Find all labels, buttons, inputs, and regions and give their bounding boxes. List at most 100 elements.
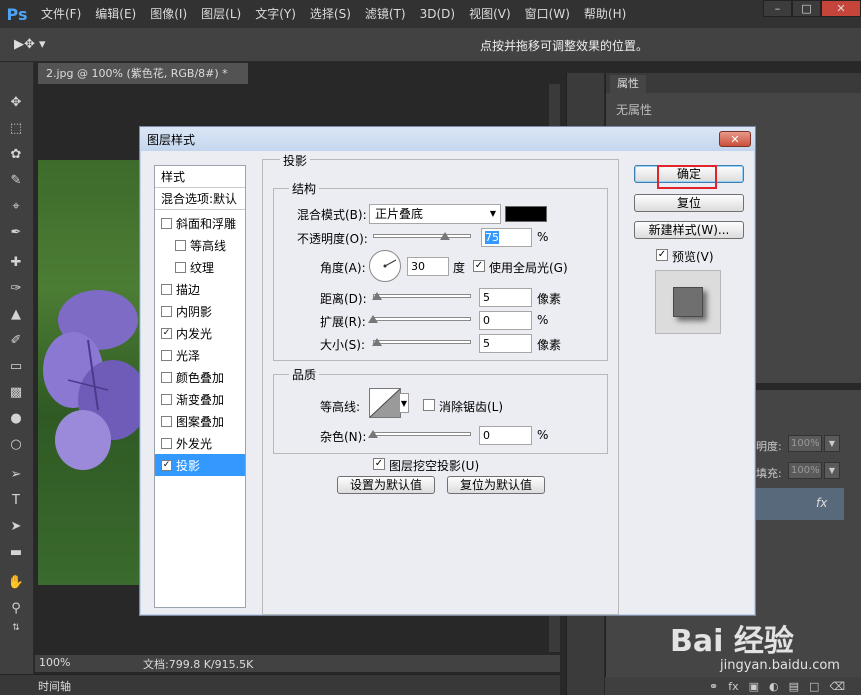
menu-type[interactable]: 文字(Y) [248, 0, 303, 28]
blur-tool-icon[interactable]: ● [5, 408, 27, 428]
document-tab[interactable]: 2.jpg @ 100% (紫色花, RGB/8#) * [38, 63, 248, 84]
style-bevel-emboss[interactable]: 斜面和浮雕 [155, 212, 245, 234]
maximize-icon[interactable]: □ [792, 0, 821, 17]
distance-slider-handle[interactable] [372, 292, 382, 300]
chevron-down-icon[interactable]: ▼ [824, 462, 840, 479]
eraser-tool-icon[interactable]: ▭ [5, 356, 27, 376]
move-tool-preset-icon[interactable]: ▶✥ ▾ [14, 37, 46, 52]
style-pattern-overlay[interactable]: 图案叠加 [155, 410, 245, 432]
clone-stamp-tool-icon[interactable]: ▲ [5, 304, 27, 324]
angle-input[interactable]: 30 [407, 257, 449, 276]
properties-tab[interactable]: 属性 [610, 75, 646, 93]
layer-opacity-field[interactable]: 100% [788, 435, 822, 452]
style-contour[interactable]: 等高线 [155, 234, 245, 256]
opacity-slider[interactable] [373, 234, 471, 238]
menu-layer[interactable]: 图层(L) [194, 0, 248, 28]
style-inner-glow[interactable]: ✓ 内发光 [155, 322, 245, 344]
crop-tool-icon[interactable]: ⌖ [5, 196, 27, 216]
distance-slider[interactable] [373, 294, 471, 298]
style-list-blending-options[interactable]: 混合选项:默认 [155, 188, 245, 210]
swap-colors-icon[interactable]: ⇅ [5, 618, 27, 638]
style-stroke[interactable]: 描边 [155, 278, 245, 300]
menu-help[interactable]: 帮助(H) [577, 0, 633, 28]
size-slider-handle[interactable] [372, 338, 382, 346]
chevron-down-icon[interactable]: ▼ [824, 435, 840, 452]
menu-file[interactable]: 文件(F) [34, 0, 88, 28]
menu-select[interactable]: 选择(S) [303, 0, 358, 28]
style-gradient-overlay[interactable]: 渐变叠加 [155, 388, 245, 410]
minimize-icon[interactable]: – [763, 0, 792, 17]
menu-image[interactable]: 图像(I) [143, 0, 194, 28]
contour-picker[interactable] [369, 388, 401, 418]
spread-slider[interactable] [373, 317, 471, 321]
preview-checkbox[interactable]: ✓ [656, 249, 668, 261]
zoom-level[interactable]: 100% [39, 656, 70, 669]
spread-input[interactable]: 0 [479, 311, 532, 330]
eyedropper-tool-icon[interactable]: ✒ [5, 222, 27, 242]
style-checkbox[interactable] [161, 217, 172, 229]
reset-default-button[interactable]: 复位为默认值 [447, 476, 545, 494]
menu-view[interactable]: 视图(V) [462, 0, 518, 28]
menu-window[interactable]: 窗口(W) [518, 0, 577, 28]
size-input[interactable]: 5 [479, 334, 532, 353]
timeline-tab[interactable]: 时间轴 [38, 678, 71, 694]
style-checkbox[interactable] [161, 283, 172, 295]
dodge-tool-icon[interactable]: ○ [5, 434, 27, 454]
style-checkbox[interactable] [161, 393, 172, 405]
shape-tool-icon[interactable]: ▬ [5, 542, 27, 562]
style-list-styles[interactable]: 样式 [155, 166, 245, 188]
style-checkbox[interactable] [161, 371, 172, 383]
angle-dial[interactable] [369, 250, 401, 282]
opacity-slider-handle[interactable] [440, 232, 450, 240]
noise-input[interactable]: 0 [479, 426, 532, 445]
zoom-tool-icon[interactable]: ⚲ [5, 598, 27, 618]
global-light-checkbox[interactable]: ✓ [473, 260, 485, 272]
size-slider[interactable] [373, 340, 471, 344]
style-checkbox[interactable] [175, 261, 186, 273]
style-checkbox[interactable] [175, 239, 186, 251]
menu-edit[interactable]: 编辑(E) [88, 0, 143, 28]
style-color-overlay[interactable]: 颜色叠加 [155, 366, 245, 388]
menu-filter[interactable]: 滤镜(T) [358, 0, 413, 28]
layer-fill-field[interactable]: 100% [788, 462, 822, 479]
style-checkbox[interactable] [161, 349, 172, 361]
spread-slider-handle[interactable] [368, 315, 378, 323]
noise-slider-handle[interactable] [368, 430, 378, 438]
style-inner-shadow[interactable]: 内阴影 [155, 300, 245, 322]
chevron-down-icon[interactable]: ▼ [399, 393, 409, 413]
pen-tool-icon[interactable]: ➢ [5, 464, 27, 484]
close-window-icon[interactable]: ✕ [821, 0, 861, 17]
set-default-button[interactable]: 设置为默认值 [337, 476, 435, 494]
opacity-input[interactable]: 75 [481, 228, 532, 247]
shadow-color-swatch[interactable] [505, 206, 547, 222]
noise-slider[interactable] [373, 432, 471, 436]
style-checkbox[interactable] [161, 415, 172, 427]
style-satin[interactable]: 光泽 [155, 344, 245, 366]
antialias-checkbox[interactable] [423, 399, 435, 411]
brush-tool-icon[interactable]: ✑ [5, 278, 27, 298]
marquee-tool-icon[interactable]: ⬚ [5, 118, 27, 138]
lasso-tool-icon[interactable]: ✿ [5, 144, 27, 164]
style-texture[interactable]: 纹理 [155, 256, 245, 278]
new-style-button[interactable]: 新建样式(W)... [634, 221, 744, 239]
style-drop-shadow[interactable]: ✓ 投影 [155, 454, 245, 476]
hand-tool-icon[interactable]: ✋ [5, 572, 27, 592]
style-checkbox-checked[interactable]: ✓ [161, 459, 172, 471]
gradient-tool-icon[interactable]: ▩ [5, 382, 27, 402]
fx-icon[interactable]: fx [816, 496, 827, 510]
close-icon[interactable]: ✕ [719, 131, 751, 147]
style-checkbox[interactable] [161, 305, 172, 317]
quick-select-tool-icon[interactable]: ✎ [5, 170, 27, 190]
style-checkbox[interactable] [161, 437, 172, 449]
path-select-tool-icon[interactable]: ➤ [5, 516, 27, 536]
menu-3d[interactable]: 3D(D) [413, 0, 462, 28]
type-tool-icon[interactable]: T [5, 490, 27, 510]
style-checkbox-checked[interactable]: ✓ [161, 327, 172, 339]
healing-brush-tool-icon[interactable]: ✚ [5, 252, 27, 272]
distance-input[interactable]: 5 [479, 288, 532, 307]
reset-button[interactable]: 复位 [634, 194, 744, 212]
dialog-titlebar[interactable]: 图层样式 ✕ [140, 127, 755, 151]
knockout-checkbox[interactable]: ✓ [373, 458, 385, 470]
move-tool-icon[interactable]: ✥ [5, 92, 27, 112]
style-outer-glow[interactable]: 外发光 [155, 432, 245, 454]
